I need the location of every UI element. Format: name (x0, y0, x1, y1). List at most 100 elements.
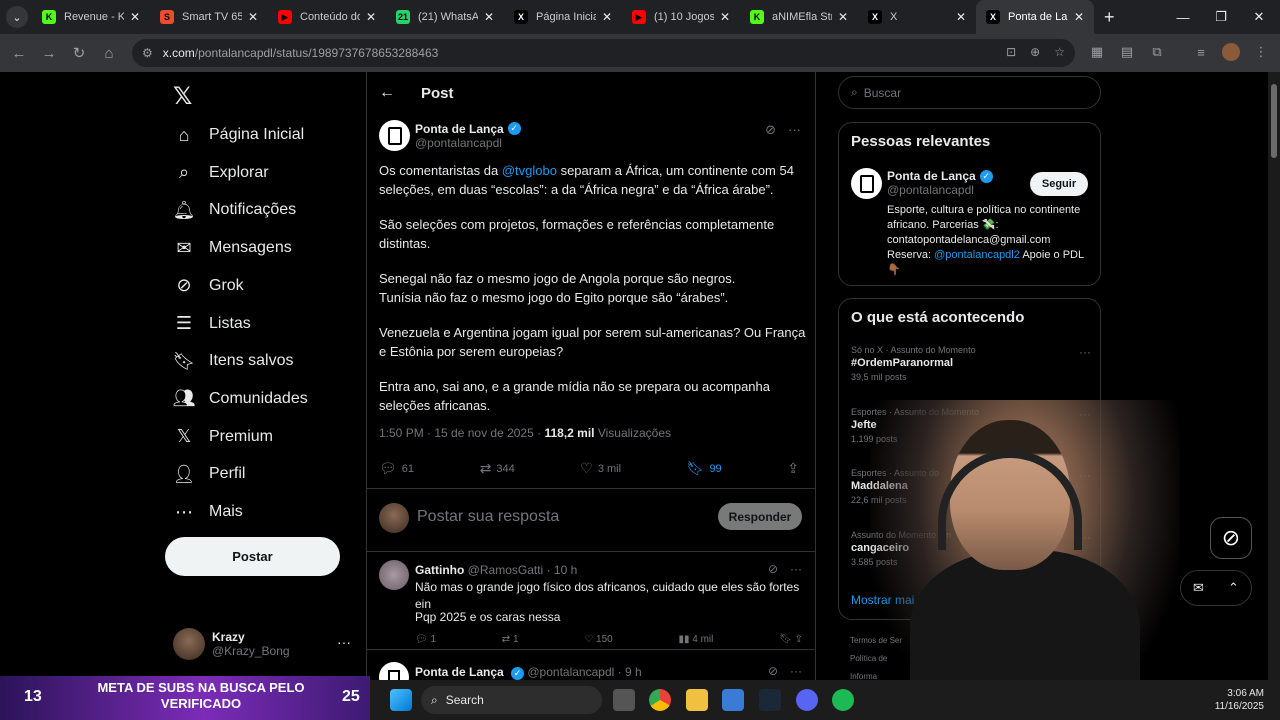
page-scrollbar[interactable] (1268, 72, 1280, 680)
address-bar[interactable]: ⚙ x.com/pontalancapdl/status/19897376786… (132, 39, 1075, 67)
reload-icon[interactable]: ↻ (64, 38, 94, 68)
reply-author-name[interactable]: Ponta de Lança (415, 665, 504, 679)
windows-start-icon[interactable] (390, 689, 412, 711)
file-explorer-icon[interactable] (686, 689, 708, 711)
repost-button[interactable]: ⇄ 1 (502, 634, 519, 645)
extension-icon[interactable]: ▤ (1118, 43, 1136, 61)
new-tab-button[interactable]: + (1104, 7, 1115, 28)
share-button[interactable]: ⇪ (787, 460, 799, 477)
taskbar-search[interactable]: ⌕ Search (421, 686, 602, 714)
browser-tab[interactable]: X X ✕ (858, 0, 976, 34)
browser-tab[interactable]: X Ponta de Lan ✕ (976, 0, 1094, 34)
author-avatar[interactable] (379, 120, 410, 151)
back-arrow-icon[interactable]: ← (379, 84, 395, 102)
browser-tab[interactable]: S Smart TV 65 ✕ (150, 0, 268, 34)
profile-avatar[interactable] (1222, 43, 1240, 61)
discord-icon[interactable] (796, 689, 818, 711)
system-clock[interactable]: 3:06 AM 11/16/2025 (1215, 687, 1264, 713)
x-logo-icon[interactable]: 𝕏 (173, 82, 192, 111)
more-options-icon[interactable]: ··· (790, 664, 802, 678)
minimize-button[interactable]: — (1164, 0, 1202, 34)
browser-tab[interactable]: KaNIMEfla Stre ✕ (740, 0, 858, 34)
account-switcher[interactable]: Krazy @Krazy_Bong ··· (173, 628, 351, 660)
reply-button[interactable]: 💬︎ 61 (379, 460, 414, 477)
nav-item[interactable]: ⊘ Grok (173, 270, 243, 302)
views-button[interactable]: ▮▮ 4 mil (678, 634, 713, 645)
browser-tab[interactable]: 21 (21) WhatsAp ✕ (386, 0, 504, 34)
grok-icon[interactable]: ⊘ (768, 664, 778, 678)
browser-menu-icon[interactable]: ⋮ (1252, 43, 1270, 61)
more-options-icon[interactable]: ··· (790, 562, 802, 576)
spotify-icon[interactable] (832, 689, 854, 711)
mention-link[interactable]: @tvglobo (502, 163, 557, 178)
nav-item[interactable]: 𝕏 Premium (173, 421, 273, 453)
media-control-icon[interactable]: ≡ (1192, 43, 1210, 61)
reply-input[interactable]: Postar sua resposta (417, 508, 559, 526)
search-input[interactable]: ⌕ Buscar (838, 76, 1101, 109)
steam-icon[interactable] (759, 689, 781, 711)
bookmark-button[interactable]: 🔖︎ 99 (687, 460, 722, 477)
reply-button[interactable]: 💬︎ 1 (415, 634, 436, 645)
post-author[interactable]: Ponta de Lança ✓ @pontalancapdl (379, 120, 521, 151)
person-handle[interactable]: @pontalancapdl (887, 183, 993, 197)
back-icon[interactable]: ← (4, 38, 34, 68)
task-view-icon[interactable] (613, 689, 635, 711)
nav-item[interactable]: ☰ Listas (173, 308, 251, 340)
grok-icon[interactable]: ⊘ (765, 122, 776, 138)
more-options-icon[interactable]: ··· (1079, 345, 1091, 359)
trend-item[interactable]: Só no X · Assunto do Momento #OrdemParano… (851, 345, 1091, 382)
site-info-icon[interactable]: ⚙ (142, 46, 153, 60)
close-tab-icon[interactable]: ✕ (956, 10, 966, 24)
post-timestamp[interactable]: 1:50 PM · 15 de nov de 2025 · (379, 426, 544, 440)
browser-tab[interactable]: ▶ Conteúdo do ✕ (268, 0, 386, 34)
maximize-button[interactable]: ❐ (1202, 0, 1240, 34)
nav-item[interactable]: ✉ Mensagens (173, 232, 291, 264)
close-tab-icon[interactable]: ✕ (366, 10, 376, 24)
reply-author-handle[interactable]: @pontalancapdl (527, 665, 614, 679)
avatar[interactable] (851, 168, 882, 199)
nav-item[interactable]: 🔖︎ Itens salvos (173, 345, 294, 377)
reply-item[interactable]: Gattinho @RamosGatti · 10 h ⊘ ··· Não mas… (367, 554, 816, 650)
grok-icon[interactable]: ⊘ (768, 562, 778, 576)
browser-tab[interactable]: X Página Inicial ✕ (504, 0, 622, 34)
close-tab-icon[interactable]: ✕ (838, 10, 848, 24)
like-button[interactable]: ♡ 150 (584, 634, 612, 645)
post-button[interactable]: Postar (165, 537, 340, 576)
messages-drawer[interactable]: ✉ ⌃ (1180, 570, 1252, 606)
browser-tab[interactable]: K Revenue - Ki ✕ (32, 0, 150, 34)
grok-float-button[interactable]: ⊘ (1210, 517, 1252, 559)
repost-button[interactable]: ⇄ 344 (480, 460, 515, 477)
like-button[interactable]: ♡ 3 mil (580, 460, 621, 477)
reply-submit-button[interactable]: Responder (718, 503, 802, 530)
tab-search-button[interactable]: ⌄ (6, 6, 28, 28)
zoom-icon[interactable]: ⊕ (1030, 45, 1040, 59)
mention-link[interactable]: @pontalancapdl2 (934, 249, 1020, 261)
nav-item[interactable]: ⌕ Explorar (173, 157, 269, 189)
avatar[interactable] (379, 560, 409, 590)
avatar[interactable] (379, 662, 409, 680)
close-tab-icon[interactable]: ✕ (720, 10, 730, 24)
follow-button[interactable]: Seguir (1030, 172, 1088, 196)
close-tab-icon[interactable]: ✕ (1074, 10, 1084, 24)
close-tab-icon[interactable]: ✕ (248, 10, 258, 24)
nav-item[interactable]: ⌂ Página Inicial (173, 119, 305, 151)
close-tab-icon[interactable]: ✕ (602, 10, 612, 24)
reply-author-name[interactable]: Gattinho (415, 563, 464, 577)
more-icon[interactable]: ··· (337, 634, 351, 650)
close-tab-icon[interactable]: ✕ (130, 10, 140, 24)
close-window-button[interactable]: ✕ (1240, 0, 1278, 34)
author-handle[interactable]: @pontalancapdl (415, 136, 521, 150)
star-icon[interactable]: ☆ (1054, 45, 1065, 59)
author-name[interactable]: Ponta de Lança (415, 122, 504, 136)
nav-item[interactable]: 👥︎ Comunidades (173, 383, 308, 415)
more-options-icon[interactable]: ··· (788, 122, 801, 138)
store-icon[interactable] (722, 689, 744, 711)
nav-item[interactable]: 🔔︎ Notificações (173, 194, 297, 226)
chrome-icon[interactable] (649, 689, 671, 711)
reply-author-handle[interactable]: @RamosGatti (468, 563, 544, 577)
close-tab-icon[interactable]: ✕ (484, 10, 494, 24)
nav-item[interactable]: ⋯ Mais (173, 496, 243, 528)
person-name[interactable]: Ponta de Lança (887, 169, 976, 183)
forward-icon[interactable]: → (34, 38, 64, 68)
browser-tab[interactable]: ▶ (1) 10 Jogos ✕ (622, 0, 740, 34)
